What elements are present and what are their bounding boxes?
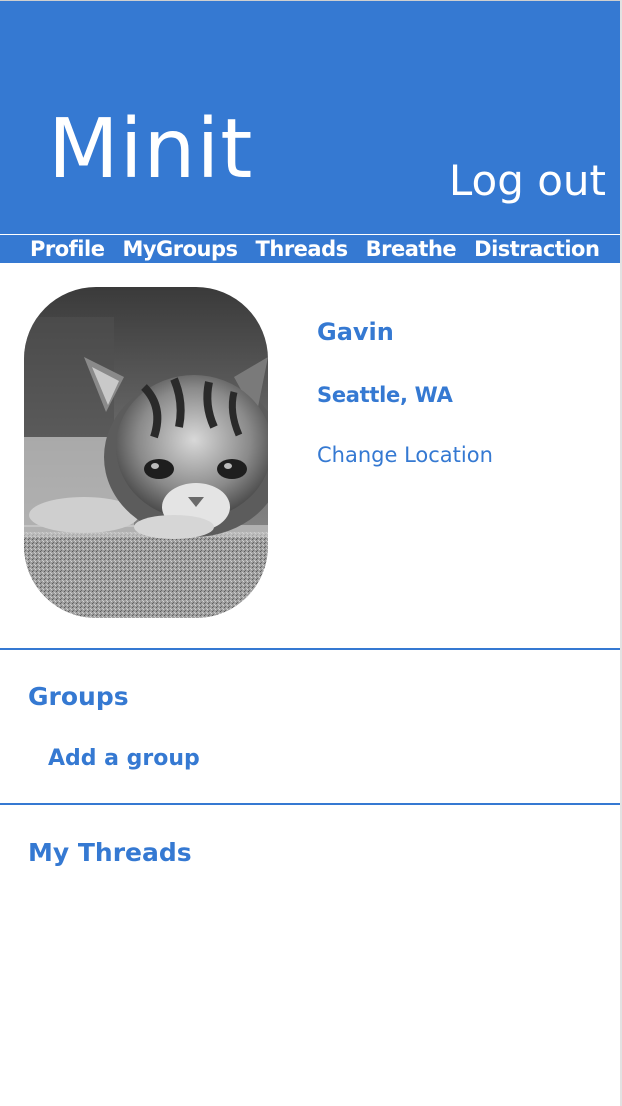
app-header: Minit Log out [0,0,620,234]
nav-item-distraction[interactable]: Distraction [474,235,600,263]
user-location: Seattle, WA [317,383,453,407]
groups-heading: Groups [28,682,129,711]
kitten-photo-icon [24,287,268,618]
avatar [24,287,268,618]
nav-item-breathe[interactable]: Breathe [366,235,457,263]
profile-page: Minit Log out Profile MyGroups Threads B… [0,0,622,1106]
logout-button[interactable]: Log out [449,155,606,207]
add-group-link[interactable]: Add a group [48,744,200,774]
section-divider [0,648,620,650]
my-threads-heading: My Threads [28,838,192,867]
nav-item-profile[interactable]: Profile [30,235,105,263]
nav-item-threads[interactable]: Threads [256,235,349,263]
user-name: Gavin [317,318,394,346]
change-location-link[interactable]: Change Location [317,441,493,469]
main-nav: Profile MyGroups Threads Breathe Distrac… [0,235,620,263]
nav-item-mygroups[interactable]: MyGroups [122,235,238,263]
section-divider [0,803,620,805]
app-title: Minit [48,102,254,197]
